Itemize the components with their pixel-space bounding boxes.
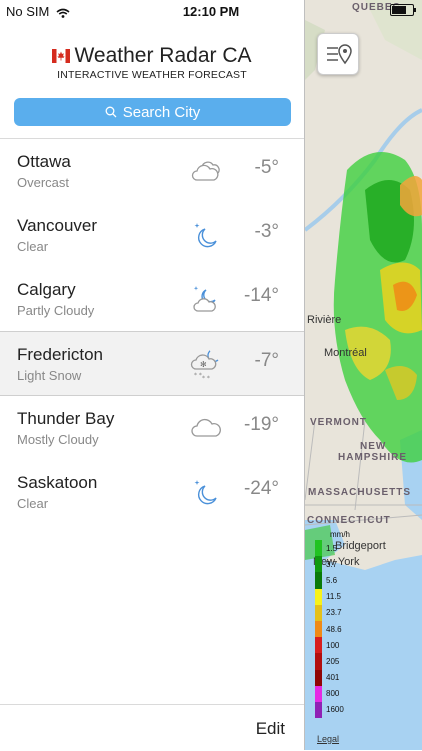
legend-swatch <box>315 620 322 638</box>
legend-swatch <box>315 556 322 573</box>
map-label-massachusetts: MASSACHUSETTS <box>308 487 412 498</box>
legend-row: 48.6 <box>315 620 344 638</box>
radar-map[interactable]: QUEBEC Rivière Montréal VERMONT NEW HAMP… <box>305 0 422 750</box>
city-name: Fredericton <box>17 345 103 364</box>
battery-fill <box>392 6 406 14</box>
brand-title-row: Weather Radar CA <box>0 44 304 68</box>
map-label-connecticut: CONNECTICUT <box>307 515 391 526</box>
legend-row: 23.7 <box>315 604 344 621</box>
cloud-icon <box>191 418 221 437</box>
svg-text:✻: ✻ <box>200 360 207 369</box>
legend-unit: mm/h <box>330 530 350 539</box>
edit-button[interactable]: Edit <box>256 719 285 739</box>
city-row-vancouver[interactable]: Vancouver Clear -3° <box>0 203 304 267</box>
svg-text:* *: * * <box>194 372 202 379</box>
legend-value: 23.7 <box>326 608 342 618</box>
city-name: Ottawa <box>17 152 71 171</box>
legend-swatch <box>315 588 322 605</box>
clear-night-icon <box>194 223 217 248</box>
svg-text:* *: * * <box>202 375 210 382</box>
map-city-riviere: Rivière <box>307 314 342 326</box>
radar-legend: mm/h 1.5 3.7 5.6 11.5 23.7 48.6 100 205 401 800 16… <box>315 530 350 719</box>
overcast-icon <box>191 161 220 181</box>
list-location-icon <box>327 44 352 65</box>
legend-row: 1.5 <box>315 540 344 557</box>
partly-cloudy-night-icon <box>193 286 216 312</box>
city-condition: Overcast <box>17 175 70 190</box>
legend-row: 1600 <box>315 701 344 719</box>
city-condition: Clear <box>17 496 49 511</box>
city-list-panel: Weather Radar CA INTERACTIVE WEATHER FOR… <box>0 0 305 750</box>
list-footer: Edit <box>0 704 304 751</box>
legend-value: 11.5 <box>326 592 341 602</box>
city-list: Ottawa Overcast -5° Vancouver Clear -3° … <box>0 138 304 524</box>
status-bar: No SIM 12:10 PM <box>0 0 422 22</box>
legend-value: 205 <box>326 656 340 666</box>
legend-swatch <box>315 604 322 621</box>
legend-swatch <box>315 685 322 702</box>
city-temp: -14° <box>243 285 279 306</box>
legal-link[interactable]: Legal <box>317 734 339 744</box>
map-city-montreal: Montréal <box>324 347 367 359</box>
search-label: Search City <box>122 103 201 121</box>
legend-row: 5.6 <box>315 572 344 589</box>
city-condition: Clear <box>17 239 49 254</box>
legend-swatch <box>315 540 322 557</box>
legend-swatch <box>315 669 322 686</box>
light-snow-icon: ✻ * * * * <box>190 350 219 382</box>
city-row-saskatoon[interactable]: Saskatoon Clear -24° <box>0 460 304 524</box>
canada-flag-icon <box>52 49 71 63</box>
legend-row: 11.5 <box>315 588 344 605</box>
legend-value: 1.5 <box>326 543 338 553</box>
map-label-hampshire: HAMPSHIRE <box>338 452 408 463</box>
search-icon <box>105 106 117 118</box>
map-list-button[interactable] <box>317 33 359 75</box>
city-name: Calgary <box>17 280 76 299</box>
city-row-thunder-bay[interactable]: Thunder Bay Mostly Cloudy -19° <box>0 396 304 460</box>
city-temp: -7° <box>254 350 280 371</box>
search-city-button[interactable]: Search City <box>14 98 291 126</box>
map-label-vermont: VERMONT <box>310 417 367 428</box>
legend-swatch <box>315 701 322 719</box>
city-row-calgary[interactable]: Calgary Partly Cloudy -14° <box>0 267 304 331</box>
city-condition: Mostly Cloudy <box>17 432 99 447</box>
city-temp: -3° <box>254 221 280 242</box>
legend-row: 205 <box>315 653 344 670</box>
legend-swatch <box>315 572 322 589</box>
legend-value: 401 <box>326 673 340 683</box>
city-name: Thunder Bay <box>17 409 115 428</box>
city-temp: -5° <box>254 157 280 178</box>
city-condition: Light Snow <box>17 368 82 383</box>
legend-value: 100 <box>326 640 340 650</box>
city-name: Vancouver <box>17 216 98 235</box>
city-condition: Partly Cloudy <box>17 303 95 318</box>
battery-icon <box>390 4 416 16</box>
brand-subtitle: INTERACTIVE WEATHER FORECAST <box>57 69 247 81</box>
legend-row: 3.7 <box>315 556 344 573</box>
legend-row: 100 <box>315 637 344 654</box>
status-right <box>390 4 416 16</box>
clear-night-icon <box>194 480 217 505</box>
city-name: Saskatoon <box>17 473 98 492</box>
legend-row: 401 <box>315 669 344 686</box>
legend-value: 800 <box>326 689 340 699</box>
legend-value: 3.7 <box>326 559 338 569</box>
city-row-ottawa[interactable]: Ottawa Overcast -5° <box>0 139 304 203</box>
legend-row: 800 <box>315 685 344 702</box>
city-temp: -19° <box>243 414 279 435</box>
city-temp: -24° <box>243 478 279 499</box>
legend-swatch <box>315 637 322 654</box>
status-time: 12:10 PM <box>182 4 240 19</box>
map-label-new: NEW <box>360 441 387 452</box>
legend-value: 5.6 <box>326 575 338 585</box>
legend-value: 48.6 <box>326 624 342 634</box>
legend-swatch <box>315 653 322 670</box>
legend-value: 1600 <box>326 705 344 715</box>
city-row-fredericton[interactable]: Fredericton Light Snow ✻ * * * * -7° <box>0 331 304 396</box>
brand-title: Weather Radar CA <box>74 44 252 67</box>
app-brand: Weather Radar CA INTERACTIVE WEATHER FOR… <box>0 44 304 81</box>
